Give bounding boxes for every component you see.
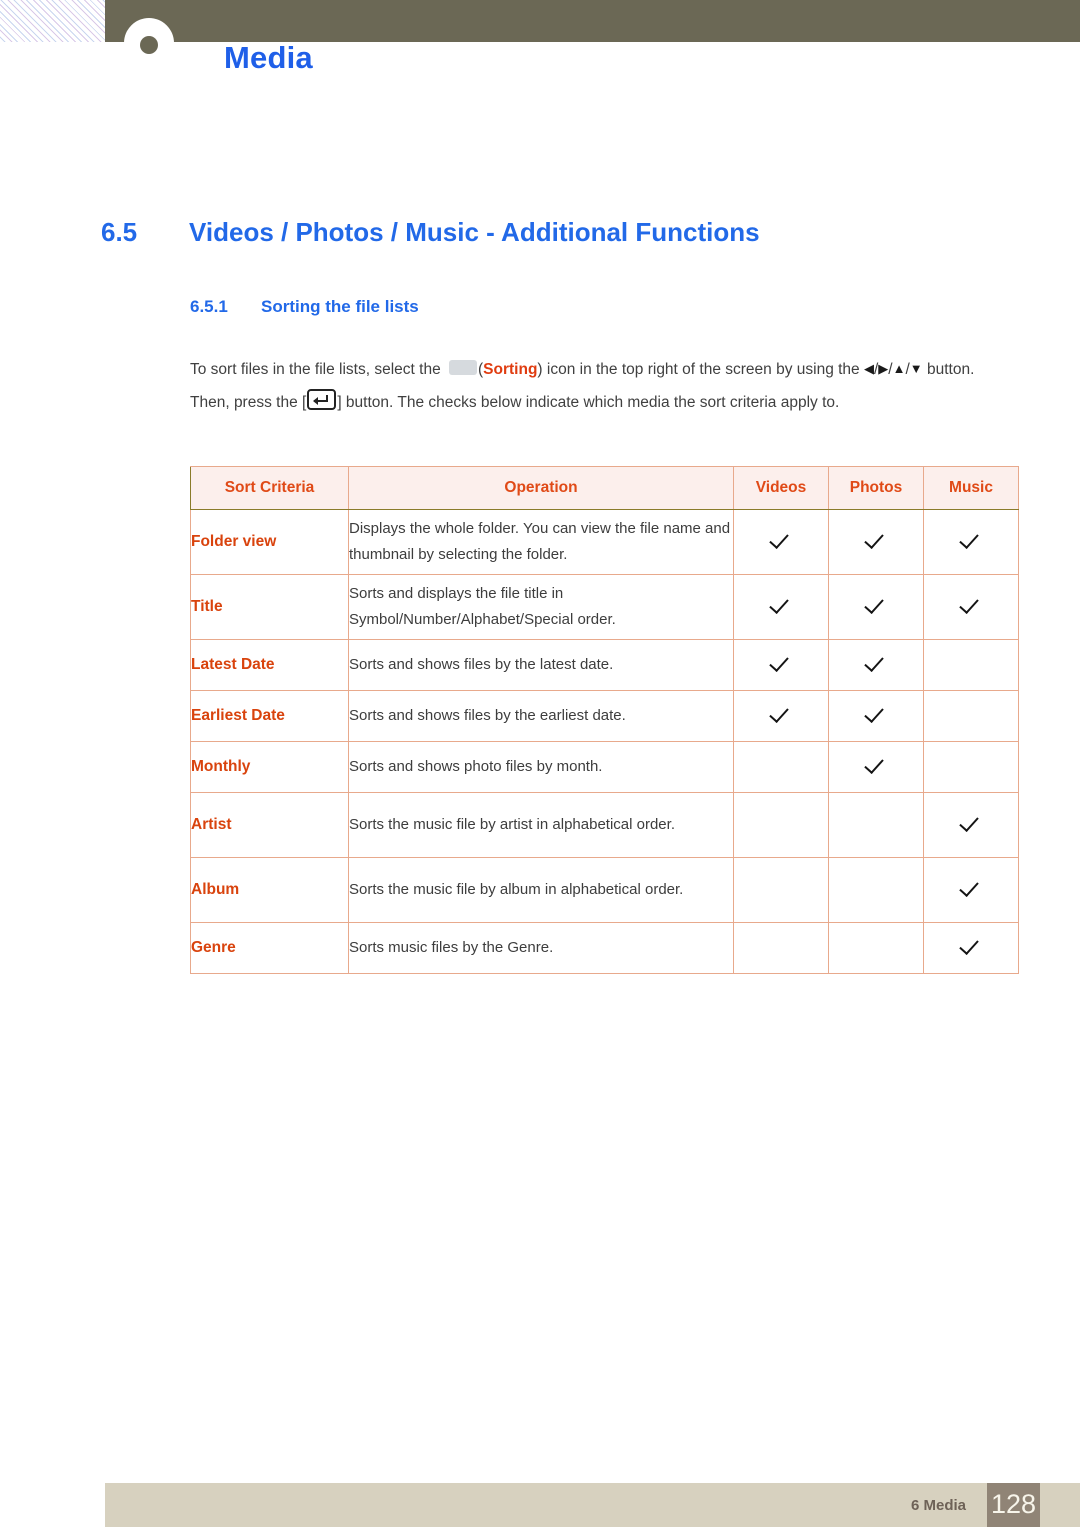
section-number: 6.5 — [101, 217, 138, 247]
checkmark-icon — [960, 812, 982, 834]
section-heading: 6.5 Videos / Photos / Music - Additional… — [101, 217, 760, 248]
cell-videos-check — [733, 922, 829, 974]
cell-videos-check — [733, 741, 829, 793]
cell-operation: Sorts music files by the Genre. — [348, 922, 734, 974]
chapter-circle-icon — [124, 18, 174, 68]
enter-key-icon — [307, 389, 337, 410]
cell-videos-check — [733, 509, 829, 575]
cell-music-check — [923, 741, 1019, 793]
cell-videos-check — [733, 574, 829, 640]
column-header-sort-criteria: Sort Criteria — [190, 466, 349, 510]
cell-sort-criteria: Genre — [190, 922, 349, 974]
cell-operation: Sorts and shows files by the earliest da… — [348, 690, 734, 742]
header-stripe-pattern — [0, 0, 105, 42]
page-number-box: 128 — [987, 1483, 1040, 1527]
cell-music-check — [923, 922, 1019, 974]
paragraph-text-part2: ) icon in the top right of the screen by… — [537, 361, 864, 378]
page-header-band — [105, 0, 1080, 42]
cell-operation: Sorts and shows files by the latest date… — [348, 639, 734, 691]
checkmark-icon — [960, 877, 982, 899]
page-title: Media — [224, 40, 313, 75]
table-row: Genre Sorts music files by the Genre. — [190, 922, 1019, 974]
column-header-music: Music — [923, 466, 1019, 510]
arrow-right-icon: ▶ — [878, 361, 889, 376]
column-header-videos: Videos — [733, 466, 829, 510]
subsection-number: 6.5.1 — [190, 297, 228, 316]
cell-operation: Sorts and displays the file title in Sym… — [348, 574, 734, 640]
checkmark-icon — [865, 652, 887, 674]
cell-sort-criteria: Artist — [190, 792, 349, 858]
arrow-down-icon: ▼ — [909, 361, 923, 376]
cell-sort-criteria: Album — [190, 857, 349, 923]
checkmark-icon — [865, 529, 887, 551]
cell-sort-criteria: Monthly — [190, 741, 349, 793]
cell-music-check — [923, 639, 1019, 691]
page-number: 128 — [990, 1489, 1037, 1519]
cell-videos-check — [733, 639, 829, 691]
checkmark-icon — [865, 703, 887, 725]
cell-photos-check — [828, 639, 924, 691]
checkmark-icon — [865, 754, 887, 776]
cell-operation: Sorts the music file by artist in alphab… — [348, 792, 734, 858]
checkmark-icon — [865, 594, 887, 616]
cell-music-check — [923, 792, 1019, 858]
table-row: Earliest Date Sorts and shows files by th… — [190, 690, 1019, 742]
checkmark-icon — [960, 529, 982, 551]
table-header-row: Sort Criteria Operation Videos Photos Mu… — [190, 466, 1019, 510]
checkmark-icon — [770, 594, 792, 616]
arrow-up-icon: ▲ — [892, 361, 906, 376]
cell-operation: Displays the whole folder. You can view … — [348, 509, 734, 575]
cell-videos-check — [733, 690, 829, 742]
table-row: Album Sorts the music file by album in al… — [190, 857, 1019, 923]
cell-videos-check — [733, 857, 829, 923]
table-body: Folder view Displays the whole folder. Yo… — [190, 509, 1019, 974]
column-header-operation: Operation — [348, 466, 734, 510]
cell-photos-check — [828, 741, 924, 793]
cell-photos-check — [828, 792, 924, 858]
cell-sort-criteria: Latest Date — [190, 639, 349, 691]
table-row: Latest Date Sorts and shows files by the … — [190, 639, 1019, 691]
paragraph-text-part4: ] button. The checks below indicate whic… — [337, 394, 840, 411]
cell-photos-check — [828, 690, 924, 742]
table-row: Artist Sorts the music file by artist in … — [190, 792, 1019, 858]
cell-music-check — [923, 690, 1019, 742]
arrow-left-icon: ◀ — [863, 361, 874, 376]
checkmark-icon — [770, 652, 792, 674]
cell-photos-check — [828, 574, 924, 640]
table-row: Title Sorts and displays the file title i… — [190, 574, 1019, 640]
table-row: Folder view Displays the whole folder. Yo… — [190, 509, 1019, 575]
cell-photos-check — [828, 857, 924, 923]
chapter-circle-inner — [140, 36, 158, 54]
checkmark-icon — [960, 594, 982, 616]
cell-music-check — [923, 574, 1019, 640]
paragraph-text-part1: To sort files in the file lists, select … — [190, 361, 445, 378]
checkmark-icon — [770, 703, 792, 725]
column-header-photos: Photos — [828, 466, 924, 510]
table-row: Monthly Sorts and shows photo files by mo… — [190, 741, 1019, 793]
sorting-icon — [449, 360, 477, 375]
cell-photos-check — [828, 509, 924, 575]
cell-operation: Sorts and shows photo files by month. — [348, 741, 734, 793]
cell-operation: Sorts the music file by album in alphabe… — [348, 857, 734, 923]
subsection-title: Sorting the file lists — [261, 297, 419, 316]
cell-sort-criteria: Title — [190, 574, 349, 640]
table-header: Sort Criteria Operation Videos Photos Mu… — [190, 466, 1019, 510]
cell-videos-check — [733, 792, 829, 858]
cell-sort-criteria: Folder view — [190, 509, 349, 575]
instruction-paragraph: To sort files in the file lists, select … — [190, 352, 1015, 419]
checkmark-icon — [770, 529, 792, 551]
footer-chapter-label: 6 Media — [910, 1497, 966, 1514]
section-title: Videos / Photos / Music - Additional Fun… — [189, 217, 760, 247]
checkmark-icon — [960, 935, 982, 957]
subsection-heading: 6.5.1 Sorting the file lists — [190, 297, 419, 317]
cell-music-check — [923, 857, 1019, 923]
sort-criteria-table: Sort Criteria Operation Videos Photos Mu… — [190, 466, 1019, 974]
sorting-keyword: Sorting — [483, 361, 538, 378]
cell-sort-criteria: Earliest Date — [190, 690, 349, 742]
cell-music-check — [923, 509, 1019, 575]
cell-photos-check — [828, 922, 924, 974]
